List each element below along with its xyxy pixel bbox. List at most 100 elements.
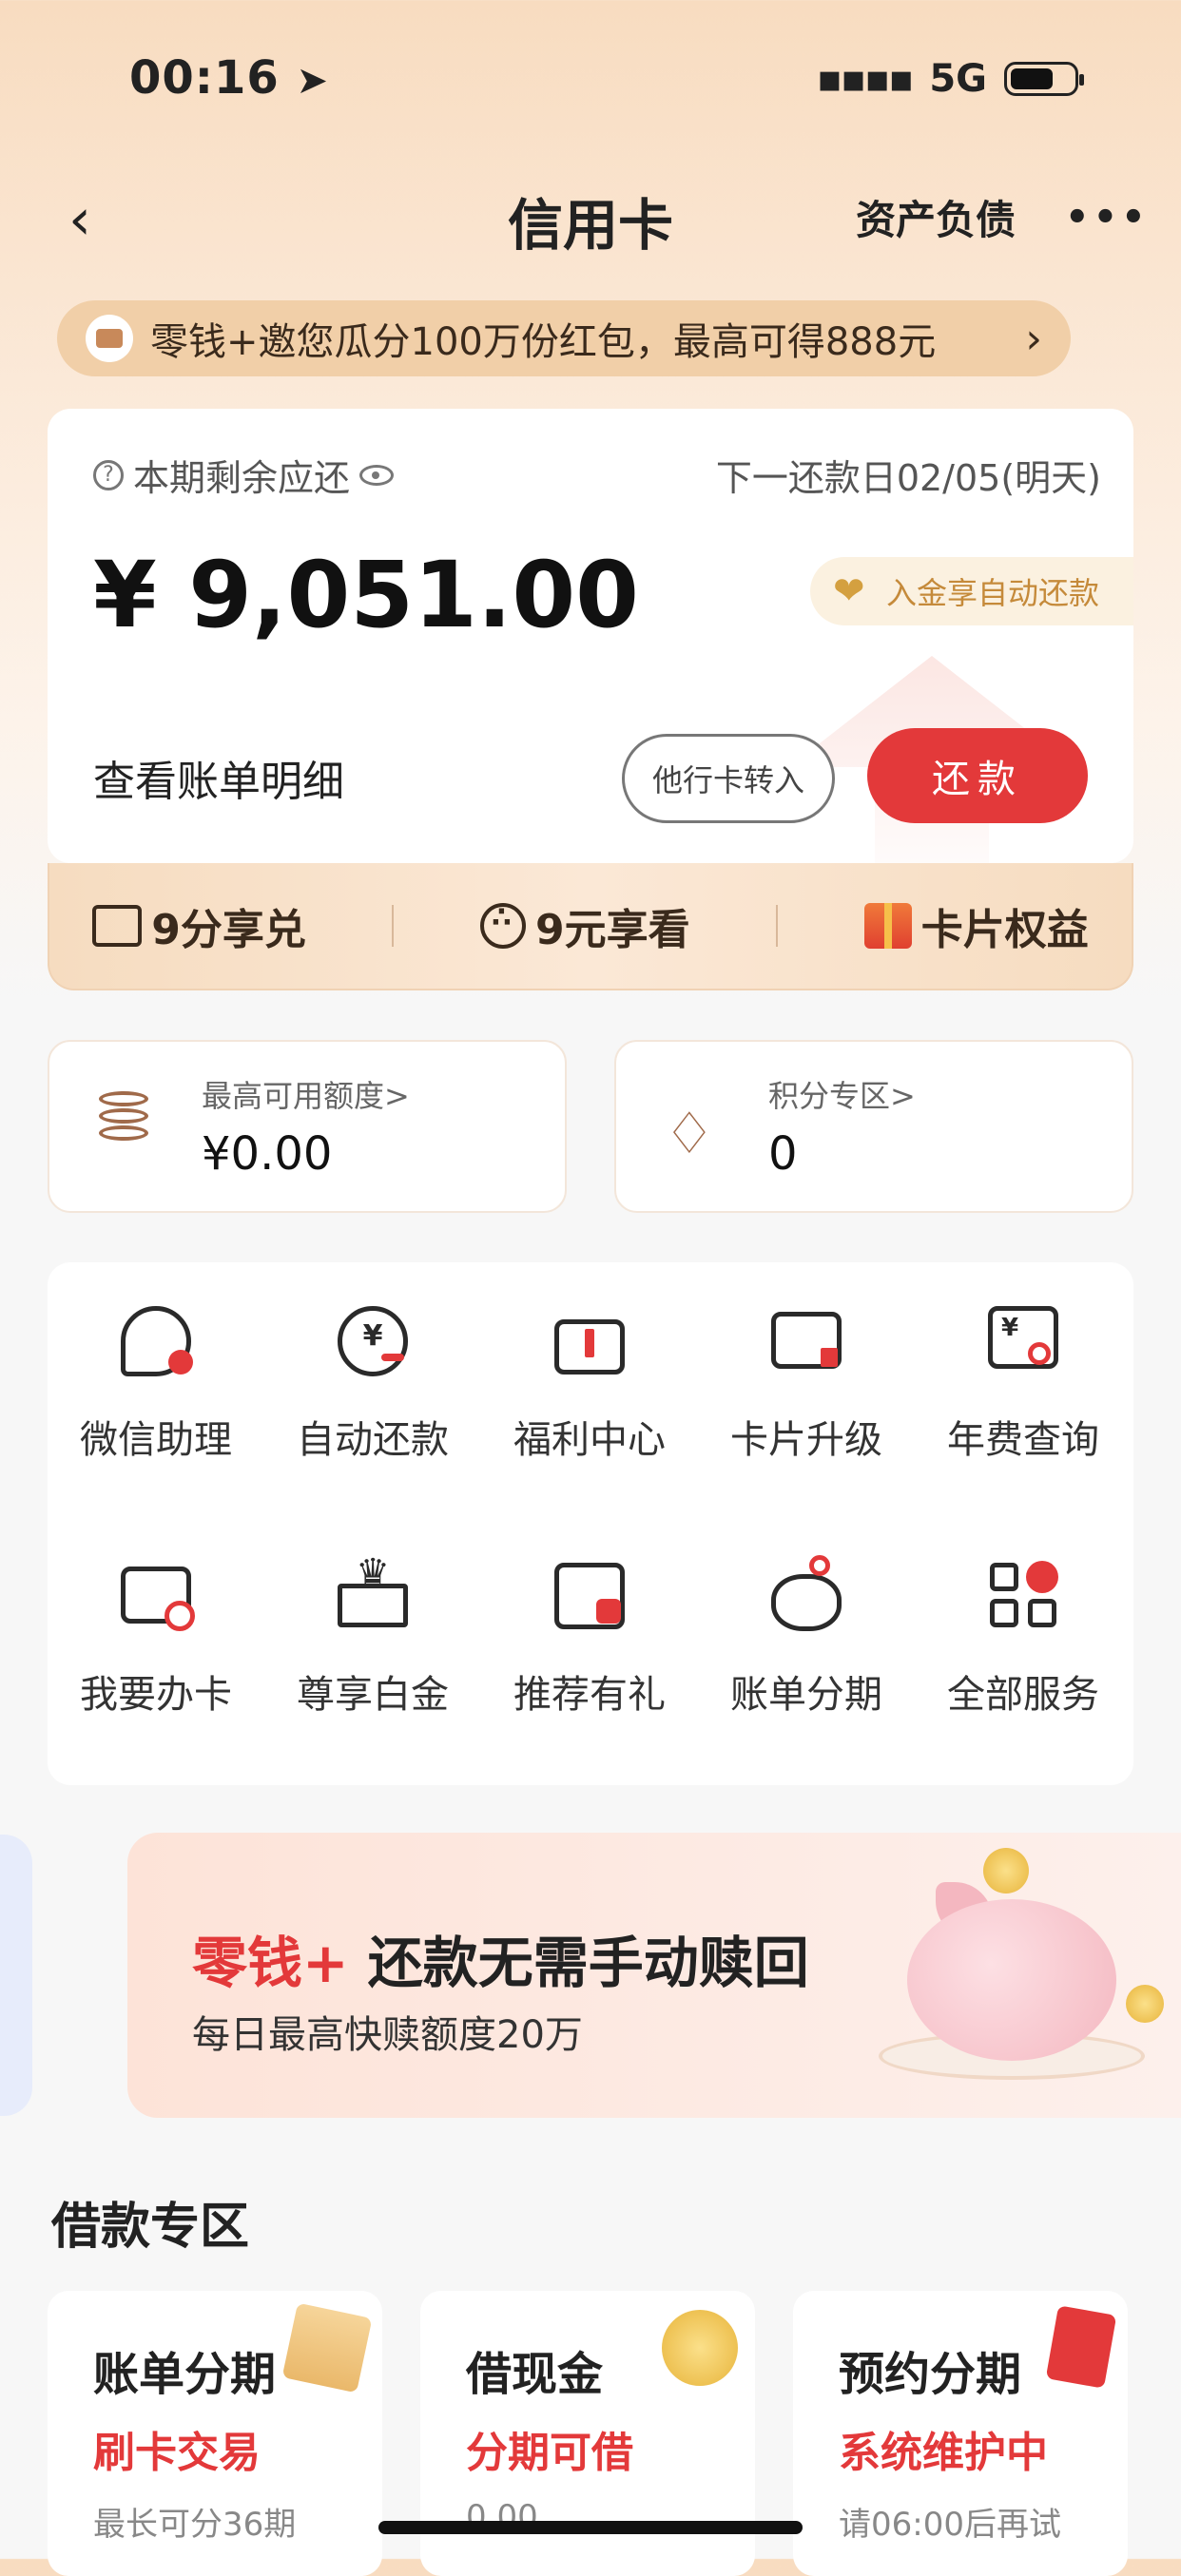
- coin-icon: [1126, 1985, 1164, 2023]
- loan-title: 预约分期: [839, 2348, 1022, 2401]
- service-recommend[interactable]: 推荐有礼: [481, 1517, 698, 1745]
- points-card[interactable]: ♢ 积分专区> 0: [614, 1040, 1133, 1213]
- recommend-bag-icon: [549, 1555, 630, 1637]
- wallet-icon: [86, 315, 133, 362]
- diamond-icon: ♢: [664, 1101, 715, 1167]
- banner-title-highlight: 零钱+: [192, 1931, 349, 1995]
- banner-title: 零钱+ 还款无需手动赎回: [192, 1918, 809, 1998]
- service-label: 我要办卡: [80, 1673, 232, 1717]
- due-label-text: 本期剩余应还: [133, 457, 351, 499]
- services-grid: 微信助理 ¥ 自动还款 福利中心 卡片升级 ¥ 年费查询 我要办卡 ♛ 尊享白金…: [48, 1262, 1133, 1785]
- eye-icon[interactable]: [359, 464, 395, 486]
- loan-sub: 最长可分36期: [93, 2506, 297, 2544]
- next-repay-date: 下一还款日02/05(明天): [715, 457, 1101, 499]
- rights-label: 9元享看: [534, 906, 690, 954]
- available-limit-card[interactable]: 最高可用额度> ¥0.00: [48, 1040, 567, 1213]
- piggy-bank-illustration: [907, 1899, 1116, 2061]
- service-all[interactable]: 全部服务: [915, 1517, 1132, 1745]
- transfer-in-button[interactable]: 他行卡转入: [622, 734, 835, 823]
- home-indicator[interactable]: [378, 2521, 803, 2534]
- time-text: 00:16: [129, 51, 280, 105]
- rights-label: 卡片权益: [920, 906, 1089, 954]
- service-label: 尊享白金: [297, 1673, 449, 1717]
- all-services-icon: [982, 1555, 1064, 1637]
- signal-icon: ▪▪▪▪: [816, 57, 914, 101]
- service-label: 微信助理: [80, 1418, 232, 1462]
- loan-title: 账单分期: [93, 2348, 277, 2401]
- auto-pay-text: 入金享自动还款: [886, 575, 1100, 611]
- divider: [776, 905, 779, 947]
- ticket-icon: [92, 905, 143, 947]
- rights-label: 9分享兑: [151, 906, 306, 954]
- loan-section-title: 借款专区: [51, 2199, 250, 2256]
- loan-highlight: 分期可借: [466, 2429, 633, 2477]
- more-button[interactable]: •••: [1065, 196, 1150, 240]
- points-value: 0: [768, 1127, 798, 1181]
- battery-icon: [1004, 62, 1084, 96]
- gift-icon: [549, 1300, 630, 1382]
- auto-repay-icon: ¥: [332, 1300, 414, 1382]
- loan-highlight: 系统维护中: [839, 2429, 1048, 2477]
- service-label: 账单分期: [730, 1673, 882, 1717]
- crown-icon: ♛: [332, 1551, 414, 1637]
- bill-detail-link[interactable]: 查看账单明细: [93, 747, 344, 808]
- loan-card-reserve-installment[interactable]: 预约分期 系统维护中 请06:00后再试: [793, 2291, 1128, 2576]
- piggy-icon: [765, 1555, 847, 1637]
- card-upgrade-icon: [765, 1300, 847, 1382]
- promo-banner[interactable]: 零钱+邀您瓜分100万份红包，最高可得888元 ›: [57, 300, 1071, 376]
- points-label: 积分专区>: [768, 1078, 916, 1114]
- status-indicators: ▪▪▪▪ 5G: [816, 57, 1084, 101]
- service-installment[interactable]: 账单分期: [698, 1517, 915, 1745]
- location-arrow-icon: ➤: [296, 59, 330, 103]
- loan-sub: 请06:00后再试: [839, 2506, 1061, 2544]
- help-icon[interactable]: ?: [93, 459, 124, 490]
- service-platinum[interactable]: ♛ 尊享白金: [264, 1517, 481, 1745]
- coin-icon: [983, 1848, 1029, 1894]
- change-plus-banner[interactable]: 零钱+ 还款无需手动赎回 每日最高快赎额度20万: [127, 1833, 1181, 2118]
- service-welfare-center[interactable]: 福利中心: [481, 1262, 698, 1490]
- rights-video[interactable]: 9元享看: [479, 895, 690, 956]
- promo-text: 零钱+邀您瓜分100万份红包，最高可得888元: [150, 320, 937, 364]
- due-label: ? 本期剩余应还: [93, 449, 395, 501]
- rights-card-benefits[interactable]: 卡片权益: [863, 895, 1089, 956]
- assets-liabilities-link[interactable]: 资产负债: [856, 188, 1016, 246]
- annual-fee-icon: ¥: [982, 1300, 1064, 1382]
- service-apply-card[interactable]: 我要办卡: [48, 1517, 264, 1745]
- service-annual-fee[interactable]: ¥ 年费查询: [915, 1262, 1132, 1490]
- wechat-assistant-icon: [115, 1300, 197, 1382]
- film-reel-icon: [479, 901, 526, 949]
- status-time: 00:16 ➤: [129, 51, 329, 105]
- service-label: 福利中心: [513, 1418, 666, 1462]
- rights-points-exchange[interactable]: 9分享兑: [92, 895, 306, 956]
- apply-card-icon: [115, 1555, 197, 1637]
- service-label: 推荐有礼: [513, 1673, 666, 1717]
- loan-title: 借现金: [466, 2348, 604, 2401]
- chevron-right-icon: ›: [1025, 314, 1042, 363]
- repay-button[interactable]: 还款: [867, 728, 1088, 823]
- banner-title-rest: 还款无需手动赎回: [348, 1931, 809, 1995]
- service-label: 自动还款: [297, 1418, 449, 1462]
- banner-subtitle: 每日最高快赎额度20万: [192, 2013, 583, 2057]
- limit-value: ¥0.00: [202, 1127, 333, 1181]
- loan-card-bill-installment[interactable]: 账单分期 刷卡交易 最长可分36期: [48, 2291, 382, 2576]
- service-card-upgrade[interactable]: 卡片升级: [698, 1262, 915, 1490]
- service-auto-repay[interactable]: ¥ 自动还款: [264, 1262, 481, 1490]
- rights-bar: 9分享兑 9元享看 卡片权益: [48, 863, 1133, 990]
- banner-prev-peek[interactable]: [0, 1835, 32, 2116]
- loan-highlight: 刷卡交易: [93, 2429, 261, 2477]
- limit-label: 最高可用额度>: [202, 1078, 410, 1114]
- heart-icon: ❤: [833, 569, 865, 613]
- service-label: 全部服务: [947, 1673, 1099, 1717]
- bill-card: ? 本期剩余应还 下一还款日02/05(明天) ¥ 9,051.00 ❤ 入金享…: [48, 409, 1133, 863]
- service-wechat-assistant[interactable]: 微信助理: [48, 1262, 264, 1490]
- red-envelope-icon: [1045, 2305, 1117, 2389]
- coins-icon: [99, 1091, 152, 1152]
- due-amount: ¥ 9,051.00: [93, 542, 639, 648]
- divider: [392, 905, 395, 947]
- more-dots-icon: •••: [1065, 196, 1150, 240]
- network-type: 5G: [929, 57, 987, 101]
- receipt-icon: [281, 2302, 373, 2393]
- gift-box-icon: [863, 903, 912, 949]
- auto-pay-badge[interactable]: ❤ 入金享自动还款: [810, 557, 1133, 625]
- service-label: 卡片升级: [730, 1418, 882, 1462]
